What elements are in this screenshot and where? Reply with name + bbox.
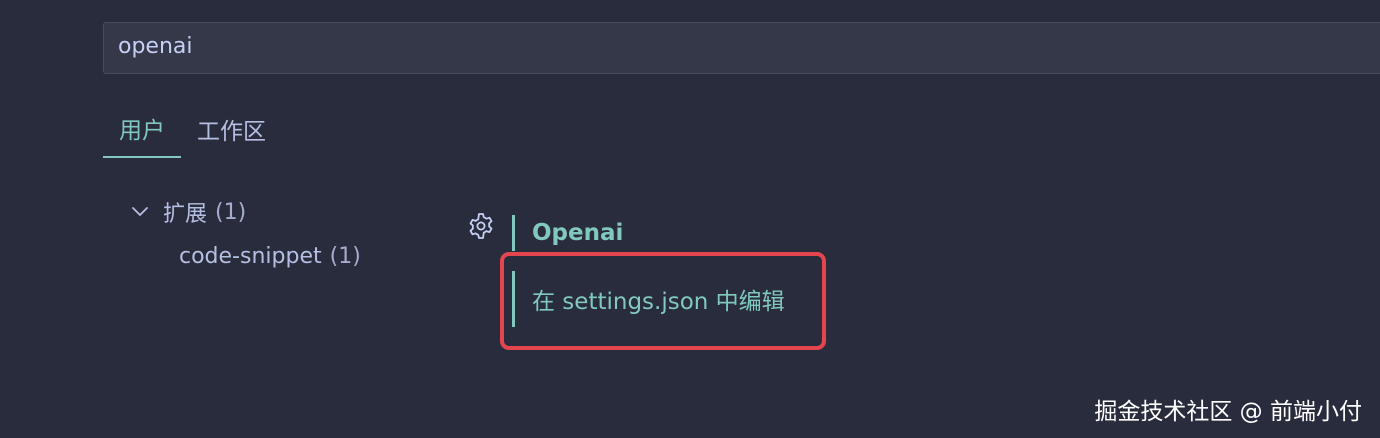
- annotation-highlight-box: [500, 252, 826, 350]
- tree-item-code-snippet-label: code-snippet: [179, 243, 322, 269]
- watermark-text: 掘金技术社区 @ 前端小付: [1094, 399, 1362, 425]
- tree-item-code-snippet-count: (1): [329, 243, 361, 269]
- tab-workspace-label: 工作区: [197, 119, 266, 145]
- settings-scope-tabs: 用户 工作区: [103, 100, 282, 158]
- tree-item-extensions[interactable]: 扩展 (1): [128, 194, 361, 230]
- tree-item-code-snippet[interactable]: code-snippet (1): [128, 238, 361, 274]
- gear-icon[interactable]: [466, 211, 496, 241]
- settings-toc-tree: 扩展 (1) code-snippet (1): [128, 194, 361, 274]
- settings-search-box[interactable]: [103, 22, 1380, 74]
- setting-title-text: Openai: [532, 220, 624, 246]
- setting-title: Openai: [512, 215, 785, 251]
- settings-editor: 用户 工作区 扩展 (1) code-snippet (1): [0, 0, 1380, 438]
- tab-user[interactable]: 用户: [103, 100, 181, 158]
- tree-item-extensions-label: 扩展: [163, 202, 208, 227]
- tab-workspace[interactable]: 工作区: [181, 100, 282, 158]
- tree-item-extensions-count: (1): [215, 199, 247, 225]
- chevron-down-icon[interactable]: [128, 200, 152, 224]
- settings-search-input[interactable]: [104, 23, 1380, 73]
- tab-user-label: 用户: [119, 118, 165, 144]
